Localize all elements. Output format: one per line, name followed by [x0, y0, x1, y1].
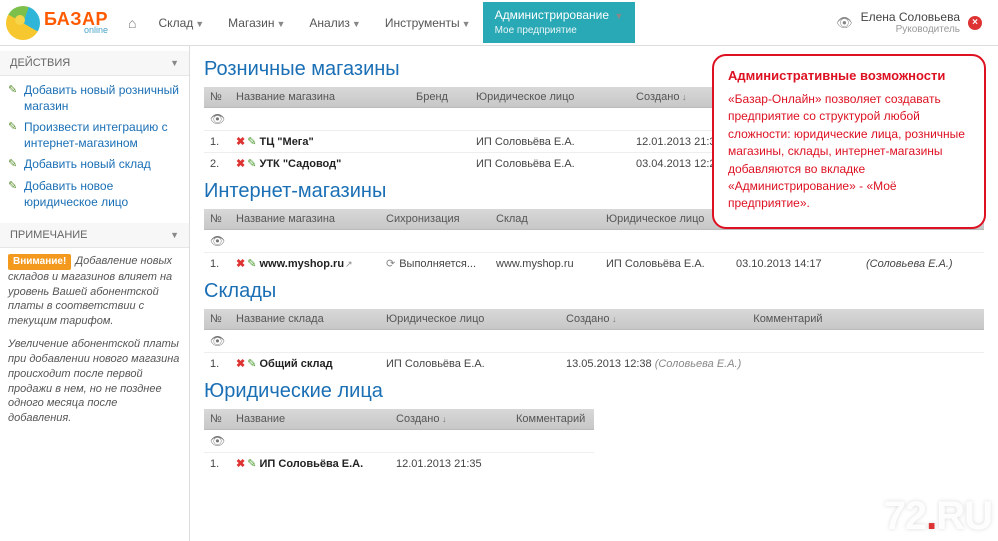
section-warehouses-title: Склады	[204, 280, 984, 303]
warehouse-name: Общий склад	[260, 358, 333, 370]
logo-icon	[6, 6, 40, 40]
header: БАЗАР online ⌂ Склад▼ Магазин▼ Анализ▼ И…	[0, 0, 998, 46]
chevron-down-icon: ▼	[276, 19, 285, 29]
col-created[interactable]: Создано	[390, 409, 510, 430]
col-legal[interactable]: Юридическое лицо	[470, 87, 630, 108]
table-eye-row: 👁	[204, 430, 594, 453]
col-num[interactable]: №	[204, 309, 230, 330]
callout-admin-features: Административные возможности «Базар-Онла…	[712, 54, 986, 229]
store-name: www.myshop.ru	[260, 258, 345, 270]
sidebar-item-integrate-online[interactable]: ✎Произвести интеграцию с интернет-магази…	[6, 117, 183, 154]
pencil-icon: ✎	[8, 83, 20, 97]
chevron-down-icon: ▼	[170, 230, 179, 240]
section-legal-title: Юридические лица	[204, 380, 984, 403]
eye-icon[interactable]: 👁	[210, 234, 225, 248]
table-row[interactable]: 1. ✖✎ ИП Соловьёва Е.А. 12.01.2013 21:35	[204, 453, 594, 475]
topnav: ⌂ Склад▼ Магазин▼ Анализ▼ Инструменты▼ А…	[118, 2, 635, 44]
home-icon[interactable]: ⌂	[118, 15, 146, 31]
table-row[interactable]: 1. ✖✎ Общий склад ИП Соловьёва Е.А. 13.0…	[204, 353, 984, 375]
watermark: 72.RU	[884, 494, 992, 539]
sidebar-item-add-legal[interactable]: ✎Добавить новое юридическое лицо	[6, 176, 183, 213]
sidebar-note-head[interactable]: ПРИМЕЧАНИЕ ▼	[0, 223, 189, 248]
col-brand[interactable]: Бренд	[410, 87, 470, 108]
col-name[interactable]: Название магазина	[230, 87, 410, 108]
table-eye-row: 👁	[204, 230, 984, 253]
col-name[interactable]: Название магазина	[230, 209, 380, 230]
pencil-icon: ✎	[8, 120, 20, 134]
nav-admin[interactable]: Администрирование ▼ Мое предприятие	[483, 2, 636, 43]
nav-store[interactable]: Магазин▼	[216, 2, 297, 44]
edit-icon[interactable]: ✎	[247, 157, 256, 170]
refresh-icon[interactable]: ⟳	[386, 258, 395, 270]
callout-body: «Базар-Онлайн» позволяет создавать предп…	[728, 91, 970, 213]
table-eye-row: 👁	[204, 330, 984, 353]
sidebar-note-body: Внимание!Добавление новых складов и мага…	[0, 248, 189, 436]
nav-tools[interactable]: Инструменты▼	[373, 2, 483, 44]
delete-icon[interactable]: ✖	[236, 457, 245, 470]
chevron-down-icon: ▼	[352, 19, 361, 29]
chevron-down-icon: ▼	[614, 11, 623, 21]
external-link-icon[interactable]: ↗	[345, 259, 353, 269]
table-row[interactable]: 1. ✖✎ www.myshop.ru↗ ⟳Выполняется... www…	[204, 253, 984, 275]
eye-icon[interactable]: 👁	[210, 112, 225, 126]
sidebar-item-add-retail[interactable]: ✎Добавить новый розничный магазин	[6, 80, 183, 117]
col-created[interactable]: Создано	[560, 309, 747, 330]
eye-icon[interactable]: 👁	[210, 434, 225, 448]
table-header-row: № Название склада Юридическое лицо Созда…	[204, 309, 984, 330]
delete-icon[interactable]: ✖	[236, 157, 245, 170]
col-stock[interactable]: Склад	[490, 209, 600, 230]
sidebar-actions-head[interactable]: ДЕЙСТВИЯ ▼	[0, 51, 189, 76]
table-header-row: № Название Создано Комментарий	[204, 409, 594, 430]
delete-icon[interactable]: ✖	[236, 257, 245, 270]
warning-badge: Внимание!	[8, 254, 71, 270]
nav-stock[interactable]: Склад▼	[147, 2, 217, 44]
col-comment[interactable]: Комментарий	[747, 309, 984, 330]
col-num[interactable]: №	[204, 409, 230, 430]
edit-icon[interactable]: ✎	[247, 135, 256, 148]
col-sync[interactable]: Сихронизация	[380, 209, 490, 230]
store-name: УТК "Садовод"	[260, 158, 342, 170]
store-name: ТЦ "Мега"	[260, 136, 314, 148]
pencil-icon: ✎	[8, 179, 20, 193]
callout-title: Административные возможности	[728, 68, 970, 83]
table-warehouses: № Название склада Юридическое лицо Созда…	[204, 309, 984, 374]
table-legal: № Название Создано Комментарий 👁 1. ✖✎ И…	[204, 409, 594, 474]
col-name[interactable]: Название склада	[230, 309, 380, 330]
logout-icon[interactable]: ×	[968, 16, 982, 30]
chevron-down-icon: ▼	[195, 19, 204, 29]
edit-icon[interactable]: ✎	[247, 357, 256, 370]
col-legal[interactable]: Юридическое лицо	[380, 309, 560, 330]
sidebar: ДЕЙСТВИЯ ▼ ✎Добавить новый розничный маг…	[0, 46, 190, 541]
user-name: Елена Соловьева	[861, 10, 960, 24]
col-comment[interactable]: Комментарий	[510, 409, 594, 430]
col-name[interactable]: Название	[230, 409, 390, 430]
col-legal[interactable]: Юридическое лицо	[600, 209, 730, 230]
eye-icon[interactable]: 👁	[836, 15, 853, 31]
sidebar-actions-list: ✎Добавить новый розничный магазин ✎Произ…	[0, 76, 189, 223]
edit-icon[interactable]: ✎	[247, 257, 256, 270]
logo-text: БАЗАР online	[44, 10, 108, 35]
col-num[interactable]: №	[204, 87, 230, 108]
user-role: Руководитель	[896, 24, 960, 35]
col-num[interactable]: №	[204, 209, 230, 230]
delete-icon[interactable]: ✖	[236, 357, 245, 370]
user-block: 👁 Елена Соловьева Руководитель ×	[836, 10, 986, 35]
chevron-down-icon: ▼	[462, 19, 471, 29]
chevron-down-icon: ▼	[170, 58, 179, 68]
sidebar-item-add-warehouse[interactable]: ✎Добавить новый склад	[6, 154, 183, 176]
pencil-icon: ✎	[8, 157, 20, 171]
legal-name: ИП Соловьёва Е.А.	[260, 458, 364, 470]
nav-analysis[interactable]: Анализ▼	[297, 2, 372, 44]
logo[interactable]: БАЗАР online	[6, 6, 108, 40]
nav-admin-sub: Мое предприятие	[495, 24, 624, 37]
delete-icon[interactable]: ✖	[236, 135, 245, 148]
edit-icon[interactable]: ✎	[247, 457, 256, 470]
eye-icon[interactable]: 👁	[210, 334, 225, 348]
